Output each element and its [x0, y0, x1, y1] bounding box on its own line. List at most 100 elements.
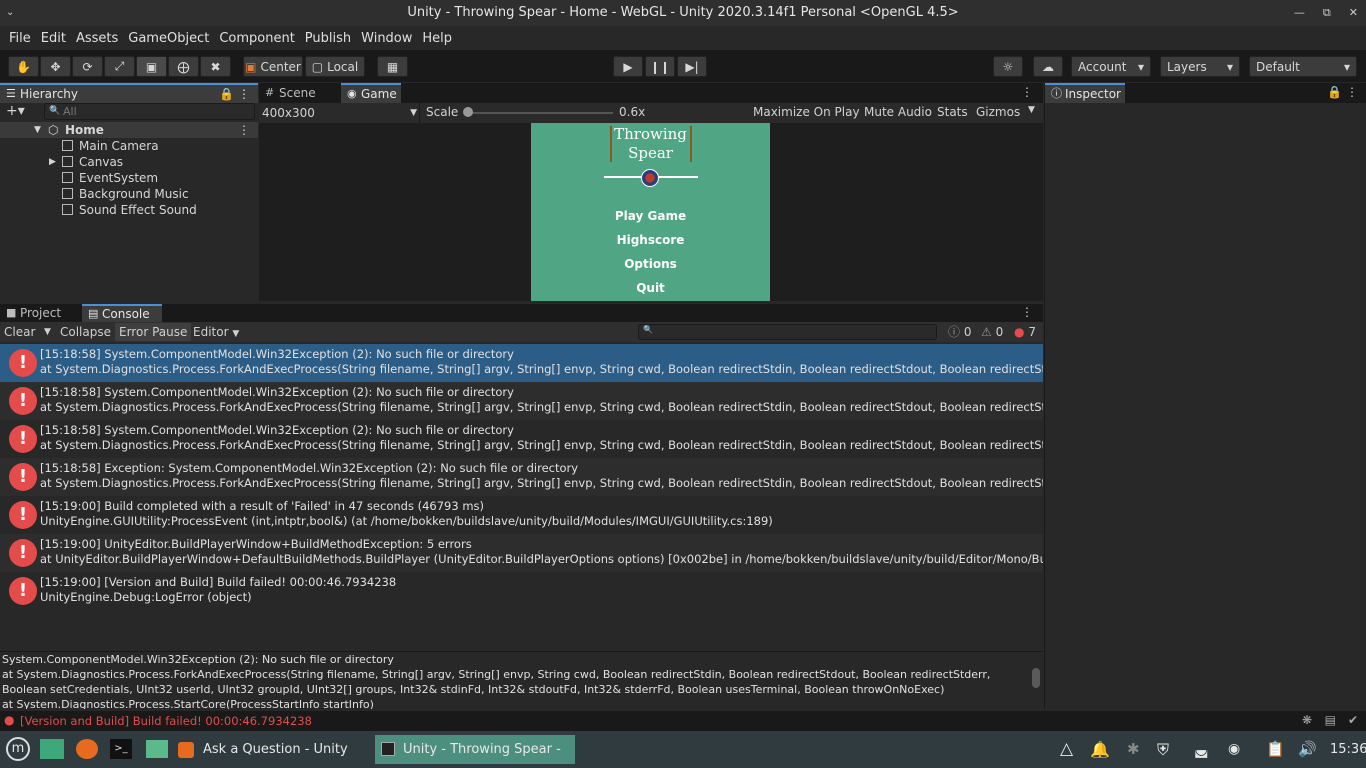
log-entry[interactable]: ! [15:19:00] [Version and Build] Build f… — [0, 572, 1043, 610]
hierarchy-item-background-music[interactable]: Background Music — [0, 186, 258, 202]
close-icon[interactable]: ✕ — [1349, 0, 1358, 26]
kebab-menu-icon[interactable]: ⋮ — [1021, 85, 1033, 99]
account-dropdown[interactable]: Account ▾ — [1071, 56, 1151, 77]
menu-window[interactable]: Window — [356, 31, 417, 46]
debug-bug-icon[interactable]: ❋ — [1302, 713, 1312, 727]
add-icon[interactable]: +▾ — [6, 103, 25, 119]
detail-scrollbar[interactable] — [1032, 654, 1041, 708]
tab-console[interactable]: ▤ Console — [82, 304, 162, 322]
menu-edit[interactable]: Edit — [36, 31, 71, 46]
mint-menu-icon[interactable]: m — [6, 737, 30, 761]
kebab-menu-icon[interactable]: ⋮ — [238, 85, 250, 103]
status-message[interactable]: [Version and Build] Build failed! 00:00:… — [20, 714, 312, 728]
tab-scene[interactable]: # Scene — [259, 83, 341, 103]
window-menu-icon[interactable]: ⌄ — [6, 0, 14, 26]
tab-hierarchy[interactable]: ☰ Hierarchy 🔒 ⋮ — [0, 83, 258, 103]
error-pause-toggle[interactable]: Error Pause — [115, 323, 192, 341]
scale-tool-icon[interactable]: ⤢ — [104, 56, 135, 77]
menu-gameobject[interactable]: GameObject — [123, 31, 214, 46]
tab-game[interactable]: ◉ Game — [341, 83, 401, 103]
gizmos-toggle[interactable]: Gizmos — [976, 105, 1020, 119]
cache-server-icon[interactable]: ▤ — [1325, 713, 1336, 727]
gizmos-dropdown-icon[interactable]: ▼ — [1028, 105, 1035, 115]
hierarchy-search-input[interactable]: 🔍 All — [44, 103, 255, 120]
hand-tool-icon[interactable]: ✋ — [8, 56, 39, 77]
space-toggle[interactable]: ▢ Local — [305, 56, 365, 77]
notification-bell-icon[interactable]: 🔔 — [1090, 735, 1110, 764]
log-entry[interactable]: ! [15:18:58] System.ComponentModel.Win32… — [0, 344, 1043, 382]
log-entry[interactable]: ! [15:18:58] System.ComponentModel.Win32… — [0, 420, 1043, 458]
kebab-menu-icon[interactable]: ⋮ — [238, 122, 250, 138]
game-render-frame[interactable]: Throwing Spear Play Game Highscore Optio… — [531, 123, 770, 301]
tab-inspector[interactable]: ⓘ Inspector — [1045, 83, 1125, 103]
log-entry[interactable]: ! [15:18:58] Exception: System.Component… — [0, 458, 1043, 496]
clock[interactable]: 15:36 — [1330, 735, 1366, 764]
console-search-input[interactable]: 🔍 — [638, 324, 937, 340]
terminal-icon[interactable]: >_ — [110, 739, 132, 759]
layers-dropdown[interactable]: Layers ▾ — [1160, 56, 1240, 77]
pivot-toggle[interactable]: ▣ Center — [243, 56, 303, 77]
shield-icon[interactable]: ⛨ — [1157, 735, 1169, 764]
tab-project[interactable]: ■ Project — [0, 304, 78, 322]
gpu-icon[interactable]: ◉ — [1228, 735, 1240, 764]
collapse-toggle[interactable]: Collapse — [56, 323, 115, 341]
lock-icon[interactable]: 🔒 — [1327, 85, 1342, 99]
rect-tool-icon[interactable]: ▣ — [136, 56, 167, 77]
log-detail-area[interactable]: System.ComponentModel.Win32Exception (2)… — [0, 651, 1043, 709]
error-filter-toggle[interactable]: ● 7 — [1010, 323, 1040, 341]
show-desktop-icon[interactable] — [40, 739, 64, 759]
maximize-on-play-toggle[interactable]: Maximize On Play — [753, 105, 860, 119]
log-entry[interactable]: ! [15:19:00] UnityEditor.BuildPlayerWind… — [0, 534, 1043, 572]
restore-icon[interactable]: ⧉ — [1323, 0, 1331, 26]
minimize-icon[interactable]: — — [1294, 0, 1305, 26]
hierarchy-item-canvas[interactable]: ▶ Canvas — [0, 154, 258, 170]
editor-dropdown[interactable]: Editor ▼ — [189, 323, 243, 341]
clear-options-dropdown[interactable]: ▼ — [40, 323, 55, 341]
move-tool-icon[interactable]: ✥ — [40, 56, 71, 77]
mute-audio-toggle[interactable]: Mute Audio — [864, 105, 932, 119]
resolution-dropdown[interactable]: 400x300 ▼ — [262, 104, 417, 122]
menu-file[interactable]: File — [4, 31, 36, 46]
warning-filter-toggle[interactable]: ⚠ 0 — [977, 323, 1007, 341]
step-button[interactable]: ▶| — [677, 56, 707, 77]
hierarchy-item-eventsystem[interactable]: EventSystem — [0, 170, 258, 186]
wifi-icon[interactable]: ◛ — [1194, 735, 1209, 764]
custom-tool-icon[interactable]: ✖ — [200, 56, 231, 77]
files-folder-icon[interactable] — [146, 740, 168, 758]
rotate-tool-icon[interactable]: ⟳ — [72, 56, 103, 77]
hierarchy-item-sound-effect[interactable]: Sound Effect Sound — [0, 202, 258, 218]
lock-icon[interactable]: 🔒 — [219, 85, 234, 103]
play-button[interactable]: ▶ — [613, 56, 643, 77]
cloud-button[interactable]: ☁ — [1033, 56, 1063, 77]
log-entry[interactable]: ! [15:18:58] System.ComponentModel.Win32… — [0, 382, 1043, 420]
menu-publish[interactable]: Publish — [300, 31, 356, 46]
scale-slider-track[interactable] — [467, 112, 613, 114]
clipboard-icon[interactable]: 📋 — [1266, 735, 1285, 764]
transform-tool-icon[interactable]: ⨁ — [168, 56, 199, 77]
collab-button[interactable]: ☼ — [993, 56, 1023, 77]
unity-hub-tray-icon[interactable]: △ — [1060, 735, 1073, 764]
game-menu-play[interactable]: Play Game — [531, 209, 770, 223]
info-filter-toggle[interactable]: ⓘ 0 — [944, 323, 975, 341]
menu-component[interactable]: Component — [214, 31, 299, 46]
layout-dropdown[interactable]: Default ▾ — [1249, 56, 1357, 77]
task-browser[interactable]: Ask a Question - Unity Ans... — [176, 735, 372, 764]
expand-arrow-icon[interactable]: ▶ — [49, 154, 56, 170]
kebab-menu-icon[interactable]: ⋮ — [1346, 85, 1358, 99]
log-entry[interactable]: ! [15:19:00] Build completed with a resu… — [0, 496, 1043, 534]
hierarchy-item-main-camera[interactable]: Main Camera — [0, 138, 258, 154]
scene-row-home[interactable]: ▼ ⬡ Home ⋮ — [0, 122, 258, 138]
volume-icon[interactable]: 🔊 — [1298, 735, 1317, 764]
game-menu-highscore[interactable]: Highscore — [531, 233, 770, 247]
scale-slider-knob[interactable] — [463, 107, 473, 117]
stats-toggle[interactable]: Stats — [937, 105, 968, 119]
game-menu-options[interactable]: Options — [531, 257, 770, 271]
game-menu-quit[interactable]: Quit — [531, 281, 770, 295]
pause-button[interactable]: ❙❙ — [645, 56, 675, 77]
menu-help[interactable]: Help — [417, 31, 457, 46]
menu-assets[interactable]: Assets — [71, 31, 123, 46]
firefox-icon[interactable] — [76, 739, 98, 759]
check-icon[interactable]: ✔ — [1348, 713, 1358, 727]
task-unity[interactable]: Unity - Throwing Spear - H... — [375, 735, 575, 764]
grid-snap-icon[interactable]: ▦ — [377, 56, 408, 77]
